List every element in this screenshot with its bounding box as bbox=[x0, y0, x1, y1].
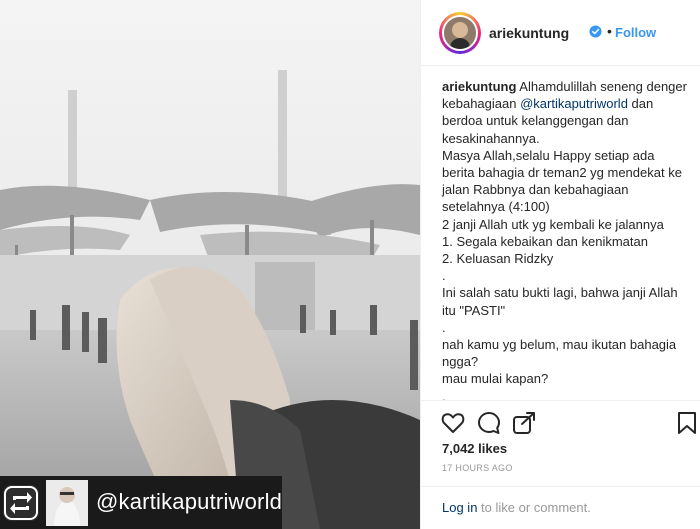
caption-line: mau mulai kapan? bbox=[442, 371, 549, 387]
avatar[interactable] bbox=[442, 15, 478, 51]
login-prompt: Log in to like or comment. bbox=[442, 500, 591, 515]
caption-line: nah kamu yg belum, mau ikutan bahagia ng… bbox=[442, 337, 680, 370]
login-link[interactable]: Log in bbox=[442, 500, 477, 515]
repost-username: @kartikaputriworld bbox=[96, 489, 283, 514]
caption-line: . bbox=[442, 388, 446, 400]
mention-link[interactable]: @kartikaputriworld bbox=[520, 96, 628, 111]
story-ring[interactable] bbox=[439, 12, 481, 54]
caption-line: 2 janji Allah utk yg kembali ke jalannya bbox=[442, 216, 664, 232]
caption: ariekuntung Alhamdulillah seneng denger … bbox=[421, 66, 700, 400]
comment-icon[interactable] bbox=[476, 410, 502, 436]
caption-username[interactable]: ariekuntung bbox=[442, 79, 516, 94]
follow-button[interactable]: Follow bbox=[615, 25, 656, 40]
caption-line: 1. Segala kebaikan dan kenikmatan bbox=[442, 233, 648, 249]
post-photo[interactable]: @kartikaputriworld bbox=[0, 0, 420, 529]
action-bar bbox=[421, 400, 700, 440]
separator-dot: • bbox=[607, 23, 612, 39]
caption-line: . bbox=[442, 268, 446, 284]
caption-line: Ini salah satu bukti lagi, bahwa janji A… bbox=[442, 285, 682, 318]
photo-scene bbox=[0, 0, 420, 529]
bookmark-icon[interactable] bbox=[674, 410, 700, 436]
post-timestamp[interactable]: 17 HOURS AGO bbox=[442, 463, 513, 473]
caption-line: . bbox=[442, 319, 446, 335]
header-username[interactable]: ariekuntung bbox=[489, 25, 569, 41]
repost-app-icon bbox=[3, 485, 39, 521]
caption-line: 2. Keluasan Ridzky bbox=[442, 251, 554, 267]
likes-count[interactable]: 7,042 likes bbox=[442, 441, 507, 456]
heart-icon[interactable] bbox=[440, 410, 466, 436]
login-prompt-rest: to like or comment. bbox=[477, 500, 591, 515]
post-header: ariekuntung • Follow bbox=[421, 0, 700, 66]
caption-line: Masya Allah,selalu Happy setiap ada beri… bbox=[442, 147, 686, 215]
verified-badge-icon bbox=[589, 25, 602, 38]
caption-text: ariekuntung Alhamdulillah seneng denger … bbox=[442, 78, 687, 400]
comment-bar: Log in to like or comment. bbox=[421, 486, 700, 529]
repost-watermark: @kartikaputriworld bbox=[0, 476, 420, 529]
repost-avatar bbox=[46, 480, 88, 526]
post-panel: ariekuntung • Follow ariekuntung Alhamdu… bbox=[420, 0, 700, 529]
share-icon[interactable] bbox=[511, 410, 537, 436]
